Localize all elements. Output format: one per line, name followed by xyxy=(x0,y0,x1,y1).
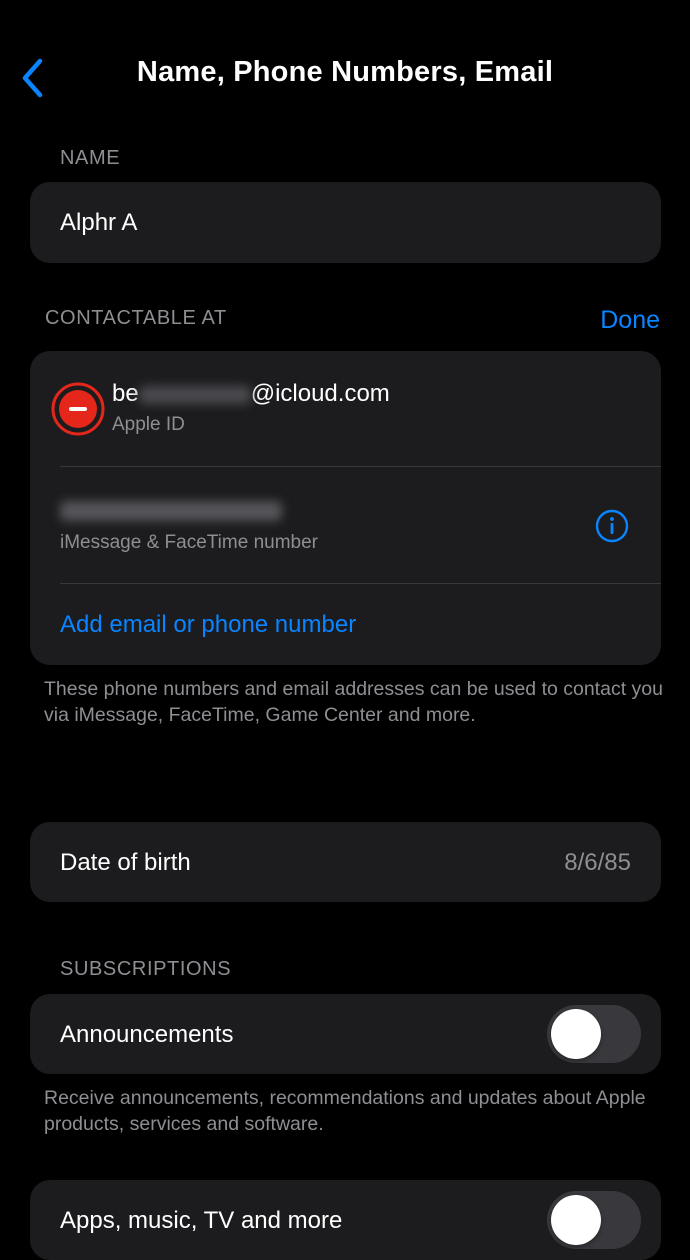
email-address: be @icloud.com xyxy=(112,380,390,408)
date-of-birth-value: 8/6/85 xyxy=(564,849,631,876)
phone-row[interactable]: iMessage & FaceTime number xyxy=(30,467,661,583)
announcements-row: Announcements xyxy=(30,994,661,1074)
name-section-label: NAME xyxy=(60,147,121,169)
navigation-bar: Name, Phone Numbers, Email xyxy=(0,0,690,150)
apps-music-tv-toggle[interactable] xyxy=(547,1191,641,1249)
subscriptions-footer-note: Receive announcements, recommendations a… xyxy=(44,1087,646,1135)
phone-redacted xyxy=(60,501,282,521)
toggle-knob xyxy=(551,1009,601,1059)
email-prefix: be xyxy=(112,380,139,407)
email-suffix: @icloud.com xyxy=(250,380,390,407)
email-redacted xyxy=(138,385,251,404)
contactable-footer-note: These phone numbers and email addresses … xyxy=(44,678,663,726)
contactable-card: be @icloud.com Apple ID iMessage & FaceTi… xyxy=(30,351,661,665)
apps-music-tv-row: Apps, music, TV and more xyxy=(30,1180,661,1260)
delete-minus-icon[interactable] xyxy=(51,382,105,436)
announcements-label: Announcements xyxy=(60,1021,234,1048)
done-button[interactable]: Done xyxy=(600,306,660,335)
announcements-toggle[interactable] xyxy=(547,1005,641,1063)
add-email-or-phone-button[interactable]: Add email or phone number xyxy=(60,611,356,639)
date-of-birth-row[interactable]: Date of birth 8/6/85 xyxy=(30,822,661,902)
name-card[interactable]: Alphr A xyxy=(30,182,661,263)
email-row[interactable]: be @icloud.com Apple ID xyxy=(30,351,661,466)
date-of-birth-label: Date of birth xyxy=(60,849,191,876)
page-title: Name, Phone Numbers, Email xyxy=(136,56,554,88)
apps-music-tv-label: Apps, music, TV and more xyxy=(60,1207,343,1234)
email-sublabel: Apple ID xyxy=(112,414,185,435)
contactable-section-label: CONTACTABLE AT xyxy=(45,307,227,329)
subscriptions-section-label: SUBSCRIPTIONS xyxy=(60,958,232,980)
toggle-knob xyxy=(551,1195,601,1245)
phone-sublabel: iMessage & FaceTime number xyxy=(60,532,319,553)
info-icon[interactable] xyxy=(595,509,629,543)
name-value: Alphr A xyxy=(60,209,138,236)
divider xyxy=(60,583,661,584)
